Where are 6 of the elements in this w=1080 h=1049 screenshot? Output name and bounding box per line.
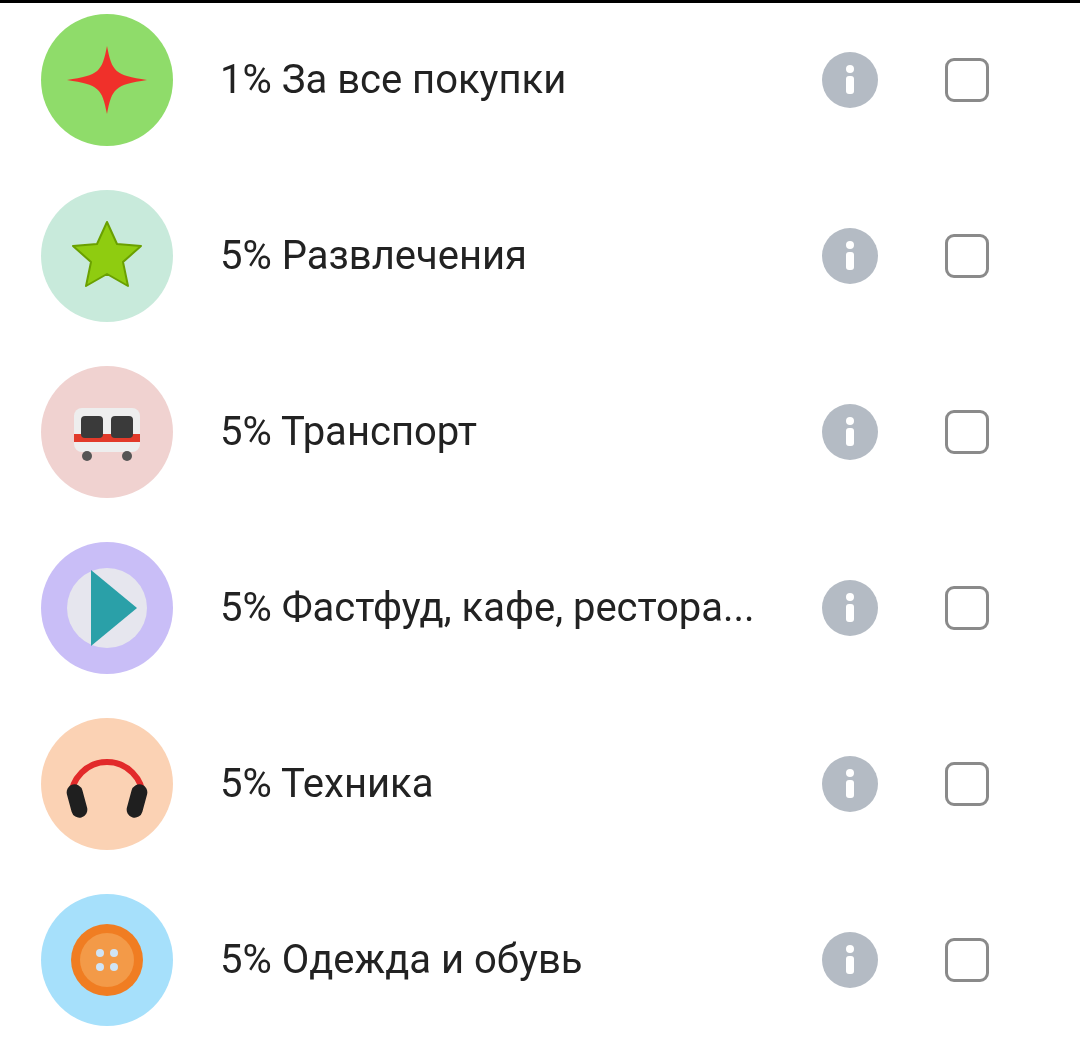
category-label: 5% Развлечения xyxy=(220,231,529,281)
category-label: 5% Фастфуд, кафе, рестора... xyxy=(220,583,756,633)
category-label: 1% За все покупки xyxy=(220,55,568,105)
category-label: 5% Одежда и обувь xyxy=(220,935,584,985)
category-label: 5% Техника xyxy=(220,759,435,809)
category-label: 5% Транспорт xyxy=(220,407,478,457)
